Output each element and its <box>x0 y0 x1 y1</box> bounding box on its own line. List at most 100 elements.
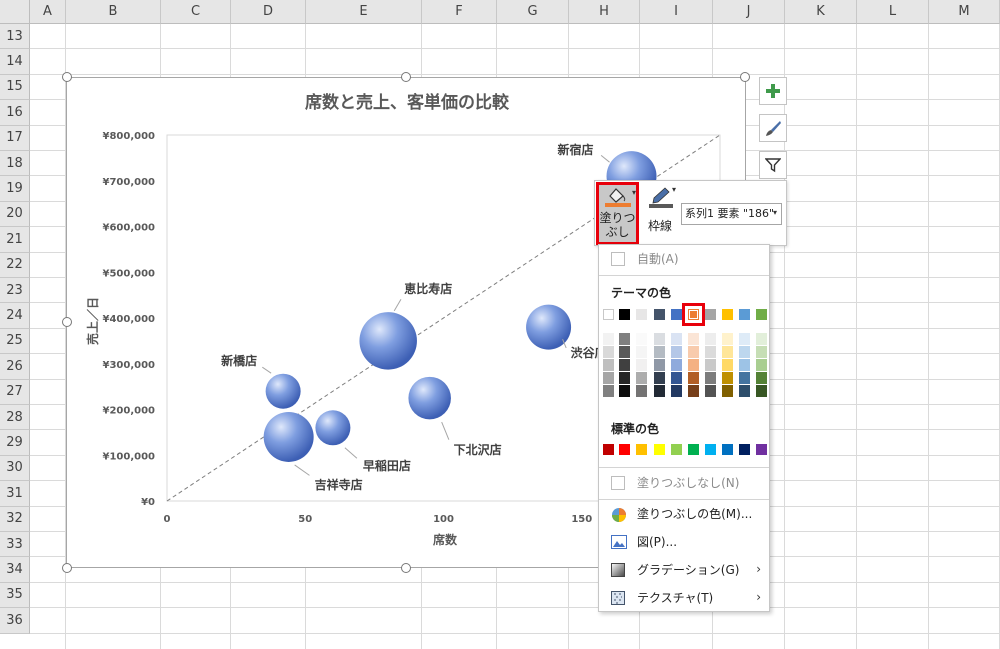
menu-item-picture[interactable]: 図(P)... <box>637 532 677 552</box>
data-label[interactable]: 早稲田店 <box>363 458 411 473</box>
theme-shade-swatch[interactable] <box>705 333 716 345</box>
theme-shade-swatch[interactable] <box>654 372 665 384</box>
row-header-20[interactable]: 20 <box>0 201 30 228</box>
theme-shade-swatch[interactable] <box>671 385 682 397</box>
theme-color-swatch[interactable] <box>654 309 665 320</box>
theme-shade-swatch[interactable] <box>654 333 665 345</box>
theme-shade-swatch[interactable] <box>688 333 699 345</box>
theme-shade-swatch[interactable] <box>688 385 699 397</box>
resize-handle-top[interactable] <box>401 72 411 82</box>
theme-shade-swatch[interactable] <box>756 385 767 397</box>
row-header-21[interactable]: 21 <box>0 227 30 253</box>
chart-elements-button[interactable] <box>759 77 787 105</box>
theme-shade-swatch[interactable] <box>722 346 733 358</box>
chart-styles-button[interactable] <box>759 114 787 142</box>
theme-shade-swatch[interactable] <box>671 333 682 345</box>
theme-shade-swatch[interactable] <box>688 372 699 384</box>
theme-color-swatch[interactable] <box>619 309 630 320</box>
theme-color-swatch[interactable] <box>756 309 767 320</box>
theme-shade-swatch[interactable] <box>603 359 614 371</box>
row-header-27[interactable]: 27 <box>0 379 30 405</box>
chart-filters-button[interactable] <box>759 151 787 179</box>
menu-item-auto[interactable]: 自動(A) <box>637 249 679 269</box>
theme-shade-swatch[interactable] <box>722 385 733 397</box>
resize-handle-top-left[interactable] <box>62 72 72 82</box>
theme-shade-swatch[interactable] <box>722 359 733 371</box>
row-header-34[interactable]: 34 <box>0 557 30 583</box>
standard-color-swatch[interactable] <box>756 444 767 455</box>
standard-color-swatch[interactable] <box>705 444 716 455</box>
theme-shade-swatch[interactable] <box>671 346 682 358</box>
theme-color-swatch[interactable] <box>739 309 750 320</box>
row-header-15[interactable]: 15 <box>0 74 30 101</box>
row-header-29[interactable]: 29 <box>0 430 30 456</box>
theme-shade-swatch[interactable] <box>722 372 733 384</box>
row-header-28[interactable]: 28 <box>0 405 30 431</box>
no-fill-checkbox[interactable] <box>611 476 625 490</box>
menu-item-more-colors[interactable]: 塗りつぶしの色(M)... <box>637 504 752 524</box>
chevron-down-icon[interactable]: ▾ <box>672 185 676 194</box>
theme-shade-swatch[interactable] <box>671 359 682 371</box>
outline-button[interactable]: ▾ 枠線 <box>643 184 679 242</box>
theme-shade-swatch[interactable] <box>654 385 665 397</box>
theme-shade-swatch[interactable] <box>705 372 716 384</box>
column-header-H[interactable]: H <box>569 0 640 24</box>
theme-shade-swatch[interactable] <box>636 385 647 397</box>
theme-shade-swatch[interactable] <box>603 372 614 384</box>
data-label[interactable]: 吉祥寺店 <box>315 477 363 492</box>
row-header-31[interactable]: 31 <box>0 481 30 507</box>
column-header-I[interactable]: I <box>640 0 713 24</box>
bubble[interactable] <box>315 410 351 446</box>
column-header-D[interactable]: D <box>231 0 306 24</box>
standard-color-swatch[interactable] <box>722 444 733 455</box>
theme-shade-swatch[interactable] <box>739 385 750 397</box>
column-header-G[interactable]: G <box>497 0 569 24</box>
bubble[interactable] <box>263 411 314 462</box>
resize-handle-bottom[interactable] <box>401 563 411 573</box>
theme-shade-swatch[interactable] <box>688 346 699 358</box>
column-header-F[interactable]: F <box>422 0 497 24</box>
column-header-K[interactable]: K <box>785 0 857 24</box>
theme-shade-swatch[interactable] <box>636 333 647 345</box>
standard-color-swatch[interactable] <box>654 444 665 455</box>
theme-color-swatch[interactable] <box>722 309 733 320</box>
standard-color-swatch[interactable] <box>688 444 699 455</box>
theme-shade-swatch[interactable] <box>756 372 767 384</box>
theme-shade-swatch[interactable] <box>739 359 750 371</box>
bubble[interactable] <box>408 376 451 420</box>
row-header-26[interactable]: 26 <box>0 354 30 380</box>
menu-item-gradient[interactable]: グラデーション(G) <box>637 560 739 580</box>
theme-shade-swatch[interactable] <box>739 372 750 384</box>
row-header-35[interactable]: 35 <box>0 582 30 609</box>
row-header-14[interactable]: 14 <box>0 49 30 75</box>
bubble[interactable] <box>359 312 417 370</box>
row-header-25[interactable]: 25 <box>0 328 30 355</box>
theme-color-swatch[interactable] <box>636 309 647 320</box>
theme-shade-swatch[interactable] <box>705 359 716 371</box>
theme-shade-swatch[interactable] <box>722 333 733 345</box>
theme-shade-swatch[interactable] <box>619 385 630 397</box>
series-selector[interactable]: 系列1 要素 "186" <box>681 203 782 225</box>
data-label[interactable]: 下北沢店 <box>454 442 502 457</box>
standard-color-swatch[interactable] <box>636 444 647 455</box>
theme-shade-swatch[interactable] <box>739 346 750 358</box>
theme-shade-swatch[interactable] <box>636 359 647 371</box>
standard-color-swatch[interactable] <box>671 444 682 455</box>
theme-shade-swatch[interactable] <box>705 385 716 397</box>
theme-shade-swatch[interactable] <box>603 346 614 358</box>
row-header-32[interactable]: 32 <box>0 506 30 532</box>
row-header-30[interactable]: 30 <box>0 455 30 482</box>
theme-color-swatch[interactable] <box>682 303 705 326</box>
column-header-C[interactable]: C <box>161 0 231 24</box>
bubble[interactable] <box>265 373 301 409</box>
y-axis-title[interactable]: 売上／日 <box>85 297 100 345</box>
row-header-18[interactable]: 18 <box>0 151 30 177</box>
theme-color-swatch[interactable] <box>671 309 682 320</box>
theme-shade-swatch[interactable] <box>636 372 647 384</box>
data-label[interactable]: 恵比寿店 <box>404 281 452 296</box>
resize-handle-left[interactable] <box>62 317 72 327</box>
row-header-36[interactable]: 36 <box>0 608 30 634</box>
theme-shade-swatch[interactable] <box>636 346 647 358</box>
theme-shade-swatch[interactable] <box>671 372 682 384</box>
chart-title[interactable]: 席数と売上、客単価の比較 <box>305 92 510 113</box>
